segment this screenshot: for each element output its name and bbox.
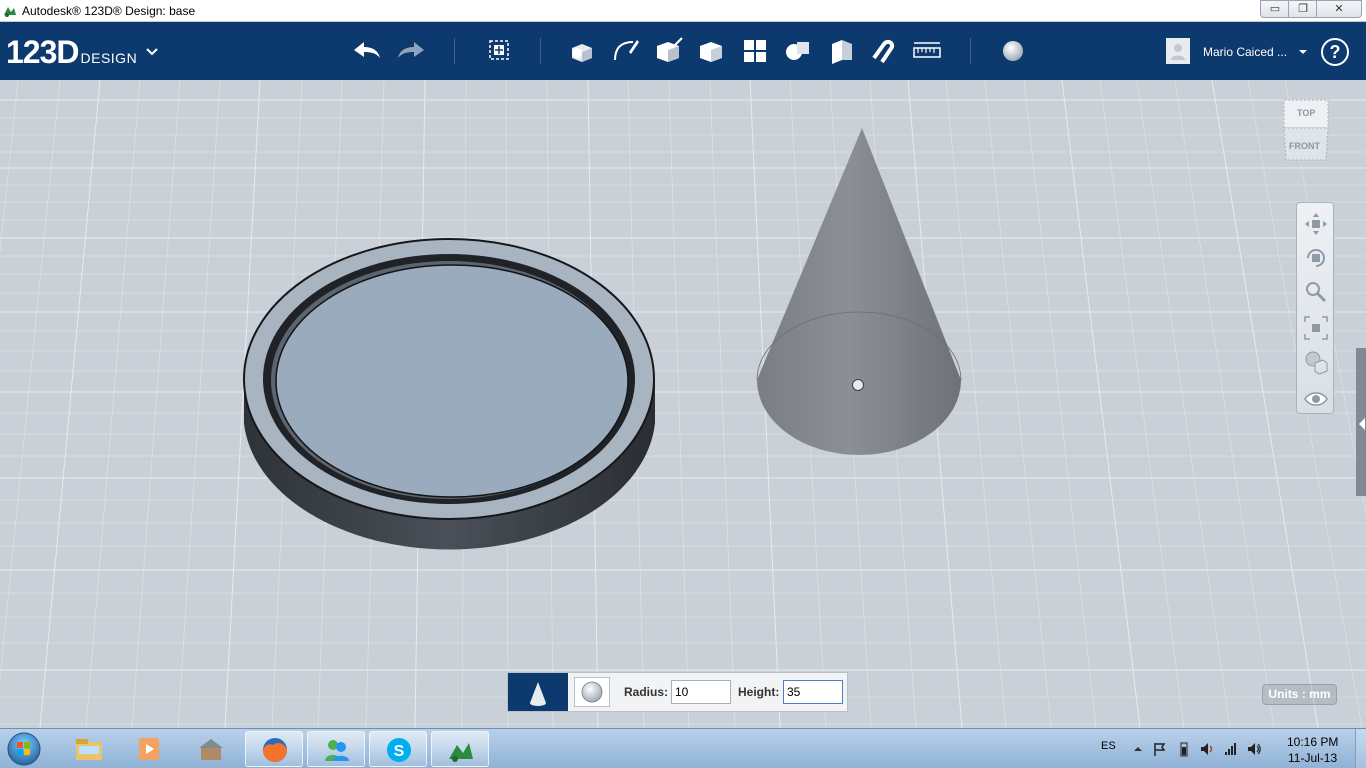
combine-icon[interactable] xyxy=(824,34,858,68)
chevron-down-icon[interactable] xyxy=(145,44,159,58)
skype-icon: S xyxy=(387,738,411,762)
action-center-flag-icon[interactable] xyxy=(1152,741,1168,757)
123d-design-icon xyxy=(449,743,473,762)
taskbar-app-123d[interactable] xyxy=(431,731,489,767)
firefox-icon xyxy=(263,738,287,762)
network-signal-icon[interactable] xyxy=(1223,741,1239,757)
toolbar-separator xyxy=(540,38,541,64)
view-cube[interactable]: TOP FRONT xyxy=(1280,98,1332,162)
cone-shape-button[interactable] xyxy=(508,673,568,711)
units-indicator[interactable]: Units : mm xyxy=(1262,684,1337,705)
visibility-icon[interactable] xyxy=(1303,386,1329,412)
material-icon[interactable] xyxy=(996,34,1030,68)
parameter-bar: Radius: Height: xyxy=(507,672,848,712)
svg-text:S: S xyxy=(394,743,405,760)
user-avatar[interactable] xyxy=(1166,38,1190,64)
generic-app-icon xyxy=(199,739,223,760)
height-label: Height: xyxy=(738,685,780,699)
title-bar: Autodesk® 123D® Design: base ▭ ❐ ✕ xyxy=(0,0,1366,22)
measure-icon[interactable] xyxy=(910,34,944,68)
cone-object[interactable] xyxy=(756,128,962,455)
navigation-bar xyxy=(1296,202,1334,414)
view-style-icon[interactable] xyxy=(1303,349,1329,375)
show-hidden-icons-icon[interactable] xyxy=(1130,741,1146,757)
file-explorer-icon xyxy=(76,739,102,760)
toolbar-separator xyxy=(454,38,455,64)
primitives-icon[interactable] xyxy=(566,34,600,68)
3d-viewport[interactable] xyxy=(0,80,1366,728)
sphere-icon xyxy=(581,681,603,703)
dish-object[interactable] xyxy=(243,238,655,550)
battery-icon[interactable] xyxy=(1176,741,1192,757)
chevron-left-icon[interactable] xyxy=(1359,418,1365,430)
modify-icon[interactable] xyxy=(694,34,728,68)
taskbar-app-skype[interactable]: S xyxy=(369,731,427,767)
show-desktop-button[interactable] xyxy=(1355,729,1366,768)
view-cube-front-label[interactable]: FRONT xyxy=(1289,141,1320,151)
view-cube-top-label[interactable]: TOP xyxy=(1297,108,1315,118)
taskbar-app-explorer[interactable] xyxy=(60,731,118,767)
zoom-icon[interactable] xyxy=(1303,279,1329,305)
radius-input[interactable] xyxy=(671,680,731,704)
taskbar-app-firefox[interactable] xyxy=(245,731,303,767)
sketch-icon[interactable] xyxy=(609,34,643,68)
radius-label: Radius: xyxy=(624,685,669,699)
media-player-icon xyxy=(139,738,159,760)
scene[interactable] xyxy=(0,80,1366,728)
transform-icon[interactable] xyxy=(482,34,516,68)
construct-icon[interactable] xyxy=(652,34,686,68)
taskbar-app-messenger[interactable] xyxy=(307,731,365,767)
height-input[interactable] xyxy=(783,680,843,704)
minimize-button[interactable]: ▭ xyxy=(1260,0,1290,18)
pattern-icon[interactable] xyxy=(738,34,772,68)
logo-word: DESIGN xyxy=(80,50,138,66)
fit-icon[interactable] xyxy=(1303,315,1329,341)
maximize-button[interactable]: ❐ xyxy=(1288,0,1318,18)
clock-date[interactable]: 11-Jul-13 xyxy=(1288,751,1337,765)
language-indicator[interactable]: ES xyxy=(1101,740,1116,752)
app-logo[interactable]: 123D DESIGN xyxy=(6,34,137,71)
messenger-icon xyxy=(325,740,349,761)
cone-icon xyxy=(530,682,546,706)
logo-number: 123D xyxy=(6,34,79,70)
snap-icon[interactable] xyxy=(866,34,900,68)
taskbar: S ES 10:16 PM 11-Jul-13 xyxy=(0,728,1366,768)
start-button[interactable] xyxy=(5,731,43,767)
speaker-icon[interactable] xyxy=(1246,741,1262,757)
sphere-shape-button[interactable] xyxy=(574,677,610,707)
group-icon[interactable] xyxy=(781,34,815,68)
redo-icon[interactable] xyxy=(394,34,428,68)
help-button[interactable]: ? xyxy=(1321,38,1349,66)
orbit-icon[interactable] xyxy=(1303,245,1329,271)
grid xyxy=(0,80,1366,728)
taskbar-app-media-player[interactable] xyxy=(120,731,178,767)
undo-icon[interactable] xyxy=(350,34,384,68)
caret-down-icon[interactable] xyxy=(1298,48,1308,56)
toolbar-separator xyxy=(970,38,971,64)
close-button[interactable]: ✕ xyxy=(1316,0,1362,18)
pan-icon[interactable] xyxy=(1303,211,1329,237)
volume-icon[interactable] xyxy=(1199,741,1215,757)
app-icon xyxy=(4,7,16,17)
window-title: Autodesk® 123D® Design: base xyxy=(22,4,196,18)
main-toolbar: 123D DESIGN xyxy=(0,22,1366,80)
taskbar-app-generic[interactable] xyxy=(182,731,240,767)
clock-time[interactable]: 10:16 PM xyxy=(1287,735,1338,749)
user-name[interactable]: Mario Caiced ... xyxy=(1203,45,1287,59)
